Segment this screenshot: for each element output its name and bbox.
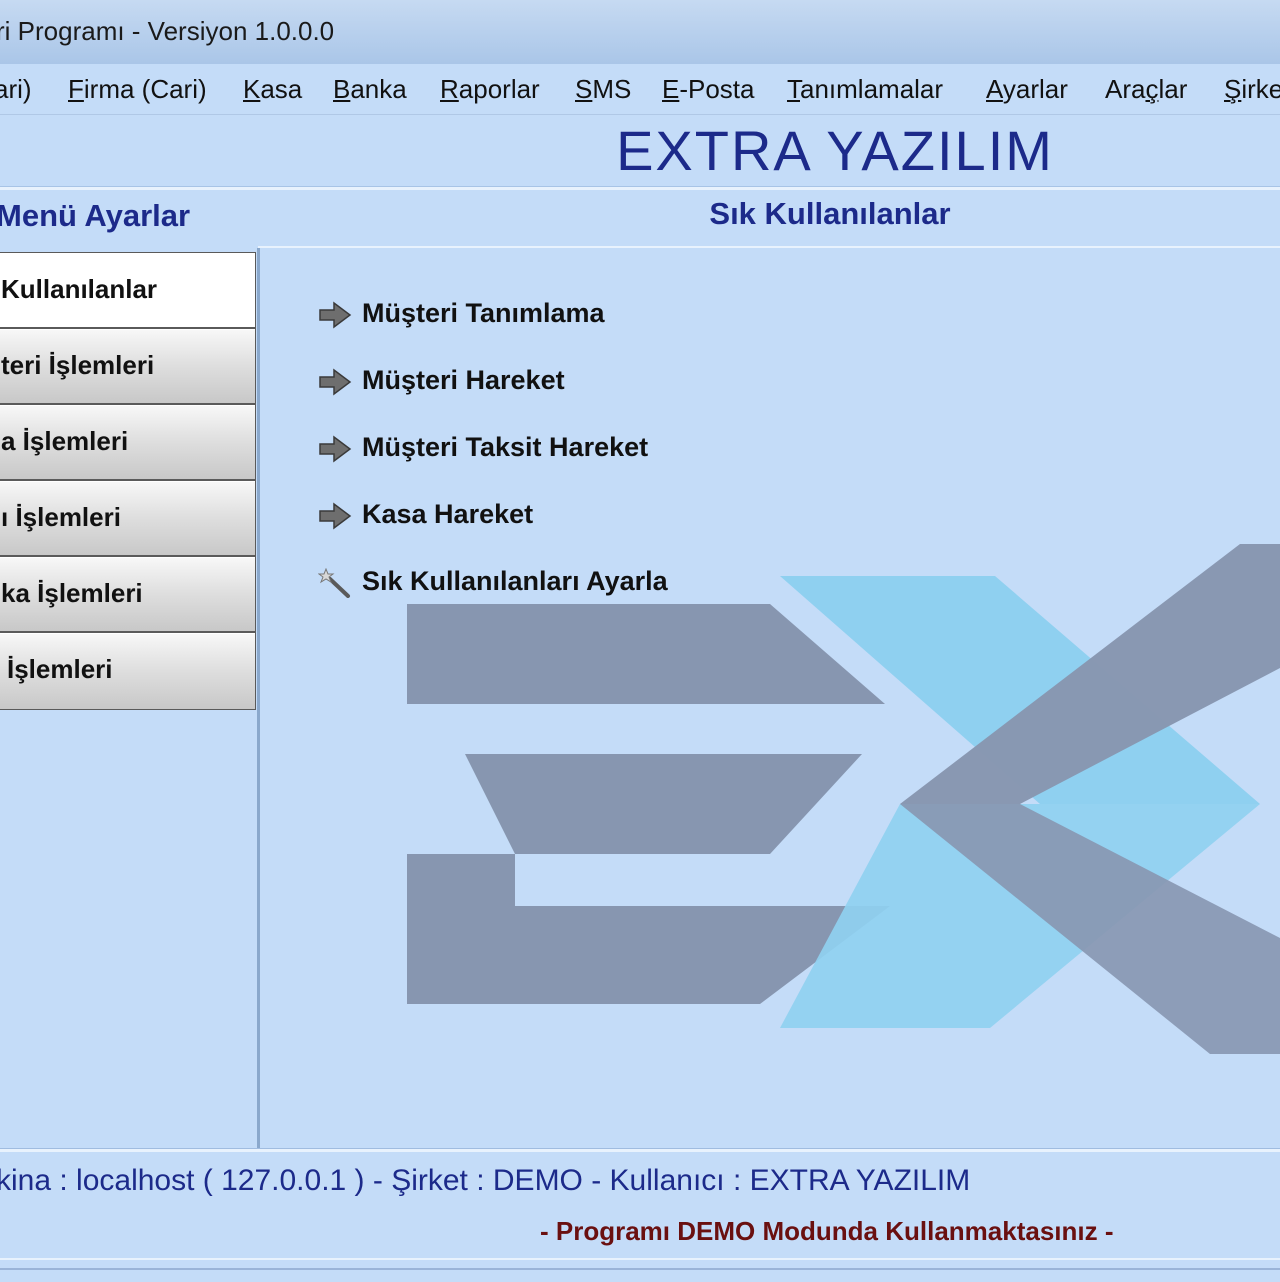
fav-item-label: Müşteri Taksit Hareket xyxy=(362,432,649,462)
menu-label-rest: aporlar xyxy=(458,74,540,104)
menu-item-firma[interactable]: Firma (Cari) xyxy=(68,74,207,105)
left-panel-header: Menü Ayarlar xyxy=(0,198,191,233)
fav-item-label: Müşteri Hareket xyxy=(362,365,565,395)
arrow-right-icon xyxy=(319,435,352,463)
menu-item-cari-partial[interactable]: ari) xyxy=(0,74,32,105)
menu-label-rest: irma (Cari) xyxy=(83,74,207,104)
menu-accel: ç xyxy=(1145,74,1159,104)
fav-item-label: Müşteri Tanımlama xyxy=(362,298,605,328)
menu-label-rest: lar xyxy=(1158,74,1188,104)
window-title: ri Programı - Versiyon 1.0.0.0 xyxy=(0,16,335,46)
status-divider xyxy=(0,1148,1280,1152)
status-demo-mode: - Programı DEMO Modunda Kullanmaktasınız… xyxy=(540,1216,1114,1246)
nav-item-label: ka İşlemleri xyxy=(1,578,143,608)
nav-item-musteri-islemleri[interactable]: teri İşlemleri xyxy=(0,328,256,404)
main-panel-header: Sık Kullanılanlar xyxy=(709,196,951,231)
window-bottom-border xyxy=(0,1258,1280,1282)
header-divider xyxy=(0,186,1280,190)
menu-accel: Ş xyxy=(1224,74,1242,104)
nav-item-label: İşlemleri xyxy=(7,654,113,684)
menu-item-tanimlamalar[interactable]: Tanımlamalar xyxy=(787,74,943,105)
nav-item-label: Kullanılanlar xyxy=(1,274,158,304)
menu-accel: T xyxy=(787,74,800,104)
fav-item-label: Kasa Hareket xyxy=(362,499,534,529)
menu-item-banka[interactable]: Banka xyxy=(333,74,407,105)
nav-item-label: a İşlemleri xyxy=(1,426,129,456)
menu-label-head: Ara xyxy=(1105,74,1146,104)
main-panel: Müşteri Tanımlama Müşteri Hareket Müşter… xyxy=(260,248,1280,1148)
status-connection-info: kina : localhost ( 127.0.0.1 ) - Şirket … xyxy=(0,1164,971,1197)
menu-label-rest: anımlamalar xyxy=(800,74,944,104)
nav-item-label: ı İşlemleri xyxy=(1,502,121,532)
menu-accel: F xyxy=(68,74,84,104)
menu-item-araclar[interactable]: Araçlar xyxy=(1105,74,1187,105)
nav-item-label: teri İşlemleri xyxy=(1,350,155,380)
nav-item-diger-islemleri[interactable]: İşlemleri xyxy=(0,632,256,710)
menu-label-rest: asa xyxy=(260,74,303,104)
nav-item-banka-islemleri[interactable]: ka İşlemleri xyxy=(0,556,256,632)
menu-item-ayarlar[interactable]: Ayarlar xyxy=(986,74,1068,105)
menu-label-rest: -Posta xyxy=(679,74,755,104)
menu-accel: K xyxy=(243,74,261,104)
menu-accel: E xyxy=(662,74,680,104)
left-nav-panel: Kullanılanlar teri İşlemleri a İşlemleri… xyxy=(0,248,258,1146)
title-bar: ri Programı - Versiyon 1.0.0.0 xyxy=(0,0,1280,65)
menu-accel: B xyxy=(333,74,351,104)
menu-accel: A xyxy=(986,74,1003,104)
menu-item-sms[interactable]: SMS xyxy=(575,74,631,105)
brand-title: EXTRA YAZILIM xyxy=(616,119,1054,182)
magic-wand-icon xyxy=(318,568,350,598)
menu-item-sirket[interactable]: Şirke xyxy=(1224,74,1280,105)
arrow-right-icon xyxy=(319,502,352,530)
bottom-border-line xyxy=(0,1268,1280,1270)
menu-label-rest: MS xyxy=(592,74,632,104)
menu-bar: ari) Firma (Cari) Kasa Banka Raporlar SM… xyxy=(0,64,1280,115)
menu-item-eposta[interactable]: E-Posta xyxy=(662,74,755,105)
nav-item-kasa-islemleri[interactable]: a İşlemleri xyxy=(0,404,256,480)
arrow-right-icon xyxy=(319,301,352,329)
menu-label-rest: anka xyxy=(350,74,407,104)
arrow-right-icon xyxy=(319,368,352,396)
nav-item-firma-islemleri[interactable]: ı İşlemleri xyxy=(0,480,256,556)
menu-accel: S xyxy=(575,74,593,104)
menu-item-kasa[interactable]: Kasa xyxy=(243,74,302,105)
fav-item-label: Sık Kullanılanları Ayarla xyxy=(362,566,668,596)
menu-label-rest: yarlar xyxy=(1002,74,1068,104)
nav-item-sik-kullanilanlar[interactable]: Kullanılanlar xyxy=(0,252,256,328)
menu-accel: R xyxy=(440,74,459,104)
menu-label-rest: irke xyxy=(1241,74,1280,104)
menu-item-raporlar[interactable]: Raporlar xyxy=(440,74,540,105)
